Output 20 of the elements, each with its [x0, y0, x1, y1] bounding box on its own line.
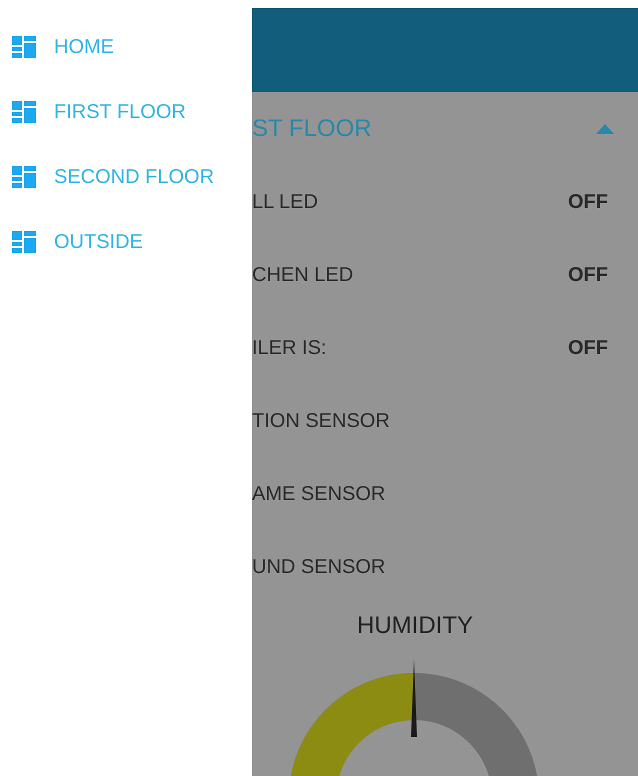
dashboard-icon	[12, 166, 36, 188]
drawer-item[interactable]: OUTSIDE	[0, 220, 252, 264]
row-label: LL LED	[252, 191, 318, 214]
status-value: OFF	[568, 337, 608, 360]
status-value: OFF	[568, 264, 608, 287]
gauge-title: HUMIDITY	[357, 612, 473, 640]
row-label: AME SENSOR	[252, 483, 386, 506]
section-title: ST FLOOR	[252, 115, 372, 143]
row-label: TION SENSOR	[252, 410, 390, 433]
drawer-item[interactable]: FIRST FLOOR	[0, 90, 252, 134]
status-value: OFF	[568, 191, 608, 214]
row-label: ILER IS:	[252, 337, 326, 360]
dashboard-icon	[12, 36, 36, 58]
section-header[interactable]: ST FLOOR	[252, 92, 638, 166]
dashboard-icon	[12, 101, 36, 123]
drawer-item[interactable]: SECOND FLOOR	[0, 155, 252, 199]
row-label: UND SENSOR	[252, 556, 386, 579]
drawer-item[interactable]: HOME	[0, 25, 252, 69]
dashboard-icon	[12, 231, 36, 253]
row-label: CHEN LED	[252, 264, 354, 287]
